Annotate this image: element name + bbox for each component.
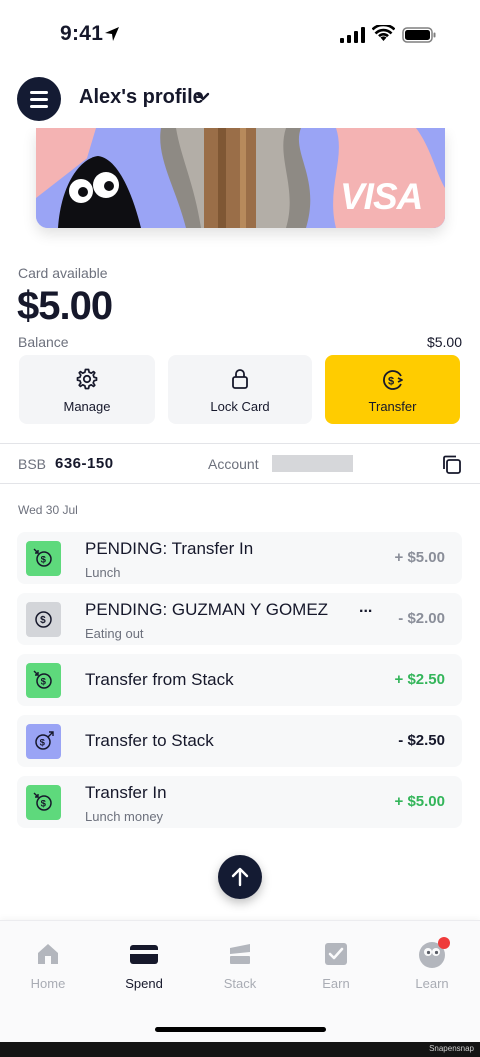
balance-label: Balance [18, 334, 69, 350]
checkbox-icon [325, 943, 347, 965]
svg-text:$: $ [40, 615, 46, 626]
transaction-category: Lunch [85, 565, 121, 580]
transaction-title: PENDING: GUZMAN Y GOMEZ [85, 600, 329, 619]
home-icon [38, 944, 58, 964]
tab-label: Learn [415, 976, 449, 991]
wifi-icon [372, 25, 395, 41]
transaction-title: PENDING: Transfer In [85, 539, 254, 558]
transaction-amount: + $5.00 [394, 549, 445, 566]
account-details-row: BSB 636-150 Account [0, 443, 480, 484]
dollar-in-icon: $ [26, 541, 61, 576]
bsb-label: BSB [18, 456, 47, 472]
transaction-title: Transfer In [85, 783, 167, 802]
svg-text:$: $ [41, 677, 47, 688]
transaction-title: Transfer to Stack [85, 731, 214, 750]
status-bar: 9:41 [0, 0, 480, 70]
lock-icon [232, 369, 248, 389]
arrow-up-icon [231, 867, 249, 887]
tab-stack[interactable]: Stack [192, 941, 288, 1001]
transfer-button[interactable]: $ Transfer [325, 355, 460, 424]
chevron-down-icon[interactable] [196, 92, 210, 102]
svg-text:$: $ [41, 799, 47, 810]
menu-button[interactable] [17, 77, 61, 121]
tab-spend[interactable]: Spend [96, 941, 192, 1001]
manage-label: Manage [63, 399, 111, 414]
available-amount: $5.00 [17, 284, 113, 328]
bsb-value: 636-150 [55, 455, 114, 472]
tab-label: Spend [125, 976, 163, 991]
battery-icon [402, 27, 436, 43]
transaction-category: Eating out [85, 626, 144, 641]
transaction-row[interactable]: $ Transfer In Lunch money + $5.00 [17, 776, 462, 828]
tab-label: Earn [322, 976, 350, 991]
dollar-in-icon: $ [26, 785, 61, 820]
tab-label: Home [30, 976, 66, 991]
balance-value: $5.00 [426, 334, 462, 350]
card-icon [130, 945, 158, 964]
dollar-out-icon: $ [26, 724, 61, 759]
list-fade [0, 828, 480, 842]
bottom-tab-bar: Home Spend Stack Earn Learn [0, 920, 480, 1042]
top-header: Alex's profile [0, 70, 480, 128]
more-dots-icon[interactable]: ... [359, 599, 372, 617]
location-arrow-icon [105, 27, 119, 41]
dollar-in-icon: $ [26, 663, 61, 698]
transaction-row[interactable]: $ PENDING: Transfer In Lunch + $5.00 [17, 532, 462, 584]
transaction-row[interactable]: $ PENDING: GUZMAN Y GOMEZ ... Eating out… [17, 593, 462, 645]
dollar-icon: $ [26, 602, 61, 637]
transfer-icon: $ [382, 370, 403, 390]
gear-icon [76, 368, 98, 390]
home-indicator [155, 1027, 326, 1032]
transaction-row[interactable]: $ Transfer from Stack + $2.50 [17, 654, 462, 706]
svg-text:$: $ [41, 555, 47, 566]
account-number-redacted [272, 455, 353, 472]
tab-learn[interactable]: Learn [384, 941, 480, 1001]
tab-home[interactable]: Home [0, 941, 96, 1001]
status-time: 9:41 [60, 22, 104, 45]
transaction-amount: + $2.50 [394, 671, 445, 688]
tab-label: Stack [223, 976, 257, 991]
transaction-amount: - $2.00 [398, 610, 445, 627]
svg-text:$: $ [40, 738, 46, 749]
account-label: Account [208, 456, 259, 472]
transaction-title: Transfer from Stack [85, 670, 234, 689]
scroll-to-top-button[interactable] [218, 855, 262, 899]
manage-button[interactable]: Manage [19, 355, 155, 424]
transaction-row[interactable]: $ Transfer to Stack - $2.50 [17, 715, 462, 767]
transfer-label: Transfer [368, 399, 417, 414]
transaction-amount: + $5.00 [394, 793, 445, 810]
watermark: Snapensnap [429, 1044, 474, 1053]
lock-card-label: Lock Card [210, 399, 270, 414]
footer-strip: Snapensnap [0, 1042, 480, 1057]
stack-icon [230, 944, 250, 964]
transaction-date-header: Wed 30 Jul [18, 503, 78, 517]
copy-icon[interactable] [441, 454, 463, 476]
transaction-amount: - $2.50 [398, 732, 445, 749]
notification-badge [438, 937, 450, 949]
menu-icon [30, 91, 48, 94]
tab-earn[interactable]: Earn [288, 941, 384, 1001]
signal-icon [340, 27, 365, 43]
card-available-label: Card available [18, 265, 108, 281]
transaction-category: Lunch money [85, 809, 164, 824]
visa-logo: VISA [340, 176, 423, 217]
svg-text:$: $ [388, 376, 394, 388]
lock-card-button[interactable]: Lock Card [168, 355, 312, 424]
profile-switcher[interactable]: Alex's profile [79, 86, 204, 109]
